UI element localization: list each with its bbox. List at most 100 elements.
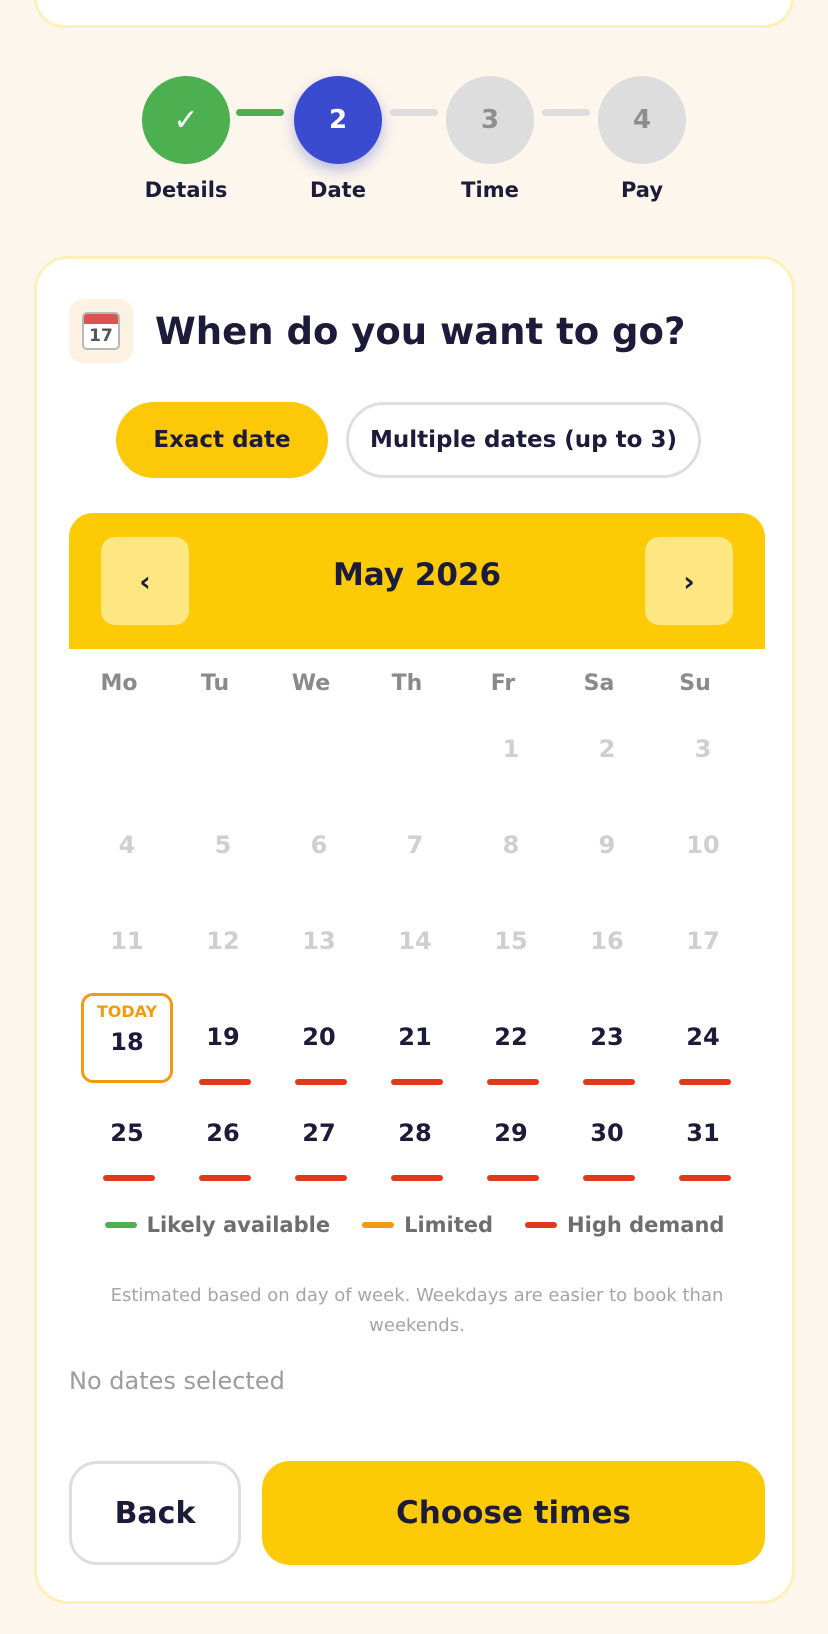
selection-status: No dates selected xyxy=(69,1367,285,1395)
weekday-label: Su xyxy=(679,671,711,696)
step-date[interactable]: 2 Date xyxy=(278,76,398,202)
day-number: 30 xyxy=(590,1119,624,1147)
weekday-label: Tu xyxy=(200,671,230,696)
day-number: 31 xyxy=(686,1119,720,1147)
day-number: 18 xyxy=(110,1028,144,1056)
calendar-day: 2 xyxy=(561,719,653,809)
weekday-header: Mo Tu We Th Fr Sa Su xyxy=(69,671,765,711)
estimate-note: Estimated based on day of week. Weekdays… xyxy=(110,1285,724,1336)
calendar-day: 6 xyxy=(273,815,365,905)
check-icon: ✓ xyxy=(142,76,230,164)
calendar-icon: 17 xyxy=(69,299,133,363)
day-number: 4 xyxy=(118,831,136,859)
demand-indicator xyxy=(199,1175,251,1181)
step-number: 4 xyxy=(598,76,686,164)
calendar-day[interactable]: 28 xyxy=(369,1103,461,1193)
step-pay: 4 Pay xyxy=(582,76,702,202)
demand-indicator xyxy=(679,1175,731,1181)
date-selection-card: 17 When do you want to go? Exact date Mu… xyxy=(34,256,795,1604)
demand-indicator xyxy=(295,1079,347,1085)
day-number: 12 xyxy=(206,927,240,955)
day-number: 22 xyxy=(494,1023,528,1051)
calendar-day: 8 xyxy=(465,815,557,905)
day-number: 26 xyxy=(206,1119,240,1147)
back-button[interactable]: Back xyxy=(69,1461,241,1565)
demand-indicator xyxy=(295,1175,347,1181)
legend-label: Limited xyxy=(404,1213,494,1237)
card-header: 17 When do you want to go? xyxy=(69,299,685,363)
calendar-day[interactable]: 19 xyxy=(177,1007,269,1097)
exact-date-button[interactable]: Exact date xyxy=(116,402,328,478)
calendar-day[interactable]: 24 xyxy=(657,1007,749,1097)
calendar-day: 7 xyxy=(369,815,461,905)
calendar-day[interactable]: 27 xyxy=(273,1103,365,1193)
calendar-day[interactable]: 26 xyxy=(177,1103,269,1193)
progress-stepper: ✓ Details 2 Date 3 Time 4 Pay xyxy=(0,76,828,206)
day-number: 3 xyxy=(694,735,712,763)
calendar-day: 10 xyxy=(657,815,749,905)
next-month-button[interactable]: › xyxy=(645,537,733,625)
choose-times-button[interactable]: Choose times xyxy=(262,1461,765,1565)
day-number: 13 xyxy=(302,927,336,955)
demand-indicator xyxy=(103,1175,155,1181)
calendar-day[interactable]: 22 xyxy=(465,1007,557,1097)
demand-indicator xyxy=(679,1079,731,1085)
legend-item: High demand xyxy=(525,1213,724,1237)
legend-swatch xyxy=(362,1222,395,1228)
demand-indicator xyxy=(583,1079,635,1085)
day-number: 27 xyxy=(302,1119,336,1147)
legend-item: Likely available xyxy=(104,1213,331,1237)
calendar-day[interactable]: 21 xyxy=(369,1007,461,1097)
card-title: When do you want to go? xyxy=(155,309,686,353)
calendar-day: 11 xyxy=(81,911,173,1001)
day-number: 14 xyxy=(398,927,432,955)
calendar-day: 9 xyxy=(561,815,653,905)
calendar-day: 15 xyxy=(465,911,557,1001)
calendar-day: 4 xyxy=(81,815,173,905)
day-number: 28 xyxy=(398,1119,432,1147)
multiple-dates-button[interactable]: Multiple dates (up to 3) xyxy=(346,402,701,478)
step-time: 3 Time xyxy=(430,76,550,202)
day-number: 29 xyxy=(494,1119,528,1147)
calendar-day: 3 xyxy=(657,719,749,809)
demand-indicator xyxy=(391,1079,443,1085)
demand-indicator xyxy=(487,1175,539,1181)
weekday-label: Mo xyxy=(100,671,138,696)
step-number: 3 xyxy=(446,76,534,164)
step-number: 2 xyxy=(294,76,382,164)
demand-indicator xyxy=(487,1079,539,1085)
day-number: 20 xyxy=(302,1023,336,1051)
day-number: 25 xyxy=(110,1119,144,1147)
day-number: 1 xyxy=(502,735,520,763)
today-badge: TODAY xyxy=(96,1002,158,1021)
legend-swatch xyxy=(525,1222,558,1228)
weekday-label: We xyxy=(291,671,331,696)
legend-label: Likely available xyxy=(146,1213,331,1237)
step-label: Pay xyxy=(620,178,664,202)
weekday-label: Th xyxy=(391,671,423,696)
step-details[interactable]: ✓ Details xyxy=(126,76,246,202)
legend-swatch xyxy=(104,1222,137,1228)
calendar-day[interactable]: 29 xyxy=(465,1103,557,1193)
day-number: 6 xyxy=(310,831,328,859)
calendar-day: 1 xyxy=(465,719,557,809)
calendar-day[interactable]: 20 xyxy=(273,1007,365,1097)
calendar-icon-day: 17 xyxy=(89,326,113,346)
day-number: 17 xyxy=(686,927,720,955)
calendar-day[interactable]: 23 xyxy=(561,1007,653,1097)
calendar-day: 17 xyxy=(657,911,749,1001)
day-number: 15 xyxy=(494,927,528,955)
step-label: Time xyxy=(461,178,519,202)
demand-indicator xyxy=(199,1079,251,1085)
calendar-day[interactable]: 31 xyxy=(657,1103,749,1193)
calendar-day-today[interactable]: TODAY 18 xyxy=(81,993,173,1083)
demand-indicator xyxy=(391,1175,443,1181)
weekday-label: Fr xyxy=(490,671,516,696)
calendar-day: 5 xyxy=(177,815,269,905)
weekday-label: Sa xyxy=(583,671,615,696)
calendar-day[interactable]: 30 xyxy=(561,1103,653,1193)
day-number: 7 xyxy=(406,831,424,859)
calendar-day: 12 xyxy=(177,911,269,1001)
calendar-day[interactable]: 25 xyxy=(81,1103,173,1193)
day-number: 21 xyxy=(398,1023,432,1051)
